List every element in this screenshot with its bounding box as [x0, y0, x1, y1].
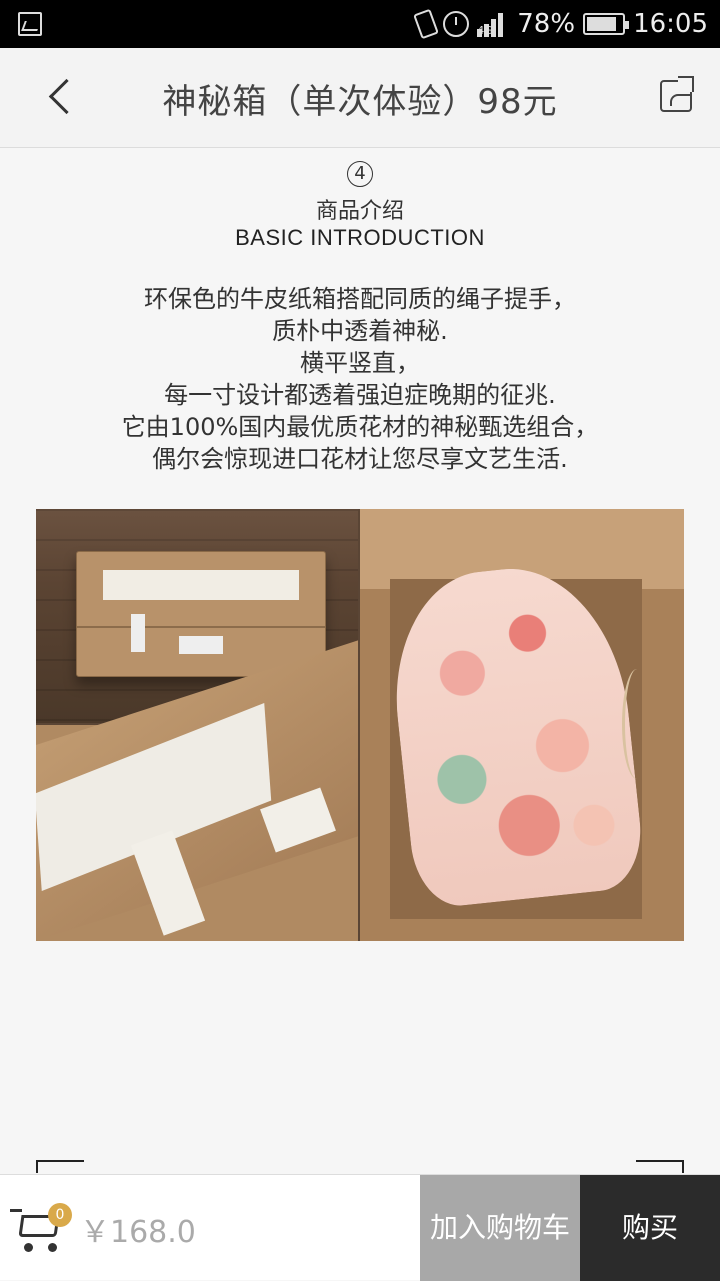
total-price: ￥168.0: [80, 1215, 196, 1250]
frame-corner-left: [36, 1160, 84, 1173]
purchase-bar: 0 ￥168.0 加入购物车 购买: [0, 1174, 720, 1281]
buy-button[interactable]: 购买: [580, 1175, 720, 1281]
description-line: 偶尔会惊现进口花材让您尽享文艺生活.: [152, 445, 568, 473]
clock: 16:05: [633, 9, 708, 39]
description-line: 它由100%国内最优质花材的神秘甄选组合，: [121, 413, 599, 441]
section-title-cn: 商品介绍: [315, 199, 404, 224]
signal-icon: 4G: [477, 11, 509, 37]
product-photo: [36, 509, 684, 941]
product-description: 环保色的牛皮纸箱搭配同质的绳子提手， 质朴中透着神秘. 横平竖直， 每一寸设计都…: [0, 283, 720, 475]
photo-open-box-bouquet: [360, 509, 684, 941]
share-icon[interactable]: [660, 76, 694, 112]
network-type-label: 4G: [477, 24, 493, 37]
description-line: 质朴中透着神秘.: [272, 317, 448, 345]
cart-count-badge: 0: [48, 1203, 72, 1227]
section-title-en: BASIC INTRODUCTION: [235, 225, 485, 250]
add-to-cart-button[interactable]: 加入购物车: [420, 1175, 580, 1281]
description-line: 环保色的牛皮纸箱搭配同质的绳子提手，: [144, 285, 576, 313]
gallery-notification-icon: [18, 12, 42, 36]
description-line: 横平竖直，: [300, 349, 420, 377]
step-number: 4: [347, 161, 373, 187]
back-button[interactable]: [40, 76, 84, 120]
status-bar: 4G 78% 16:05: [0, 0, 720, 48]
battery-percent: 78%: [517, 9, 576, 39]
product-detail-content[interactable]: 4 商品介绍 BASIC INTRODUCTION 环保色的牛皮纸箱搭配同质的绳…: [0, 149, 720, 1173]
photo-box-closeup: [36, 640, 358, 941]
battery-icon: [583, 13, 630, 35]
alarm-icon: [443, 11, 470, 37]
frame-corner-right: [636, 1160, 684, 1173]
nav-bar: 神秘箱（单次体验）98元: [0, 48, 720, 148]
status-icons: 4G 78% 16:05: [413, 7, 708, 41]
vibrate-icon: [413, 8, 440, 40]
description-line: 每一寸设计都透着强迫症晚期的征兆.: [164, 381, 556, 409]
step-indicator: 4: [0, 157, 720, 187]
page-title: 神秘箱（单次体验）98元: [162, 82, 558, 122]
